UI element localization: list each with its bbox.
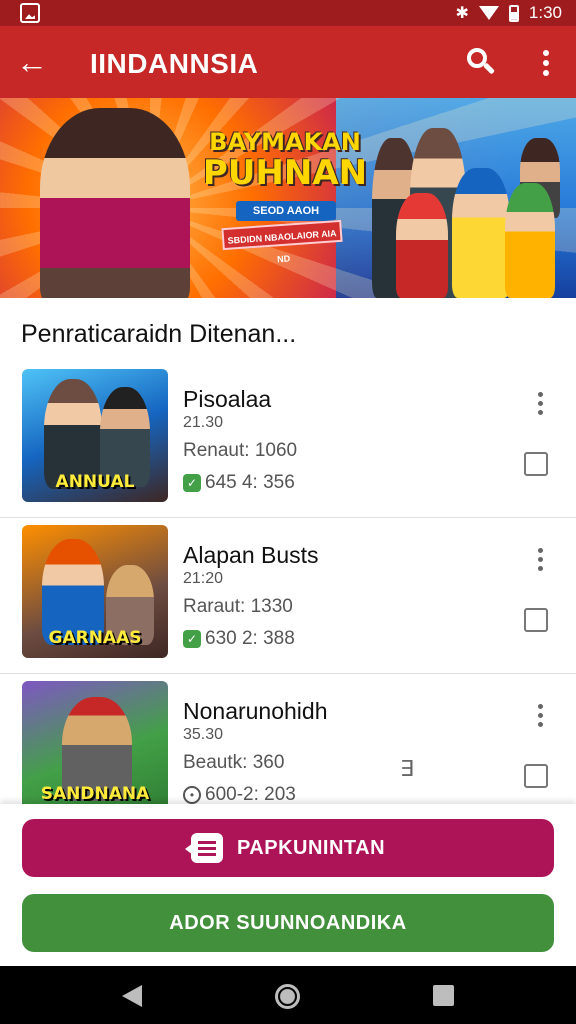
app-stat-text: 630 2: 388 bbox=[205, 628, 295, 649]
select-checkbox[interactable] bbox=[524, 764, 548, 788]
bluetooth-icon: ✱ bbox=[455, 5, 469, 22]
character-art bbox=[505, 183, 555, 298]
app-stat: ✓ 630 2: 388 bbox=[183, 628, 295, 650]
app-meta: Beautk: 360 bbox=[183, 752, 285, 773]
secondary-action-button[interactable]: ADOR SUUNNOANDIKA bbox=[22, 894, 554, 952]
app-title: IINDANNSIA bbox=[90, 48, 259, 79]
select-checkbox[interactable] bbox=[524, 452, 548, 476]
app-name: Nonarunohidh bbox=[183, 698, 328, 724]
app-meta: Renaut: 1060 bbox=[183, 440, 298, 461]
app-version: 35.30 bbox=[183, 726, 224, 743]
list-item[interactable]: GARNAAS Alapan Busts 21:20 Raraut: 1330 … bbox=[0, 518, 576, 674]
primary-action-button[interactable]: PAPKUNINTAN bbox=[22, 819, 554, 877]
app-thumbnail[interactable]: GARNAAS bbox=[22, 525, 168, 658]
character-art bbox=[452, 168, 510, 298]
green-badge-icon: ✓ bbox=[183, 474, 201, 492]
app-name: Pisoalaa bbox=[183, 386, 272, 412]
status-time: 1:30 bbox=[528, 3, 562, 22]
app-version: 21:20 bbox=[183, 570, 224, 587]
banner-title-line1: BAYMAKAN bbox=[209, 128, 361, 156]
hero-character bbox=[40, 108, 190, 298]
app-bar: ← IINDANNSIA bbox=[0, 26, 576, 98]
clock-icon: • bbox=[183, 786, 201, 804]
action-panel: PAPKUNINTAN ADOR SUUNNOANDIKA bbox=[0, 804, 576, 966]
green-badge-icon: ✓ bbox=[183, 630, 201, 648]
select-checkbox[interactable] bbox=[524, 608, 548, 632]
status-icons: ✱ 1:30 bbox=[456, 3, 563, 23]
more-vert-icon[interactable] bbox=[528, 386, 552, 420]
wifi-icon bbox=[478, 6, 499, 20]
more-vert-icon[interactable] bbox=[528, 542, 552, 576]
character-art bbox=[396, 193, 448, 298]
app-thumbnail[interactable]: SANDNANA bbox=[22, 681, 168, 814]
status-bar: ✱ 1:30 bbox=[0, 0, 576, 26]
mail-icon[interactable]: ∃ bbox=[400, 756, 414, 782]
banner-title: BAYMAKAN PUHNAN bbox=[200, 128, 370, 190]
app-stat-text: 600-2: 203 bbox=[205, 784, 296, 805]
app-name: Alapan Busts bbox=[183, 542, 319, 568]
thumbnail-label: ANNUAL bbox=[55, 472, 135, 492]
secondary-action-label: ADOR SUUNNOANDIKA bbox=[169, 911, 407, 934]
banner-subtitle: SEOD AAOH bbox=[236, 201, 336, 221]
more-vert-icon[interactable] bbox=[528, 698, 552, 732]
back-arrow-icon[interactable]: ← bbox=[14, 44, 50, 80]
nav-back-icon[interactable] bbox=[122, 985, 142, 1007]
system-nav-bar bbox=[0, 966, 576, 1024]
app-list: ANNUAL Pisoalaa 21.30 Renaut: 1060 ✓ 645… bbox=[0, 362, 576, 830]
promo-banner[interactable]: BAYMAKAN PUHNAN SEOD AAOH SBDIDN NBAOLAI… bbox=[0, 98, 576, 298]
app-version: 21.30 bbox=[183, 414, 224, 431]
banner-title-line2: PUHNAN bbox=[202, 153, 368, 193]
list-item[interactable]: ANNUAL Pisoalaa 21.30 Renaut: 1060 ✓ 645… bbox=[0, 362, 576, 518]
app-stat: ✓ 645 4: 356 bbox=[183, 472, 295, 494]
thumbnail-label: GARNAAS bbox=[48, 628, 142, 648]
app-thumbnail[interactable]: ANNUAL bbox=[22, 369, 168, 502]
gallery-icon bbox=[20, 3, 40, 23]
app-meta: Raraut: 1330 bbox=[183, 596, 293, 617]
thumbnail-label: SANDNANA bbox=[40, 784, 150, 804]
section-title: Penraticaraidn Ditenan... bbox=[21, 320, 297, 348]
app-stat-text: 645 4: 356 bbox=[205, 472, 295, 493]
app-stat: • 600-2: 203 bbox=[183, 784, 296, 806]
more-vert-icon[interactable] bbox=[532, 44, 560, 80]
search-icon[interactable] bbox=[462, 44, 498, 80]
primary-action-label: PAPKUNINTAN bbox=[236, 836, 386, 859]
message-icon bbox=[184, 833, 223, 863]
battery-icon bbox=[508, 4, 519, 22]
nav-home-icon[interactable] bbox=[275, 984, 300, 1009]
nav-recents-icon[interactable] bbox=[433, 985, 454, 1006]
